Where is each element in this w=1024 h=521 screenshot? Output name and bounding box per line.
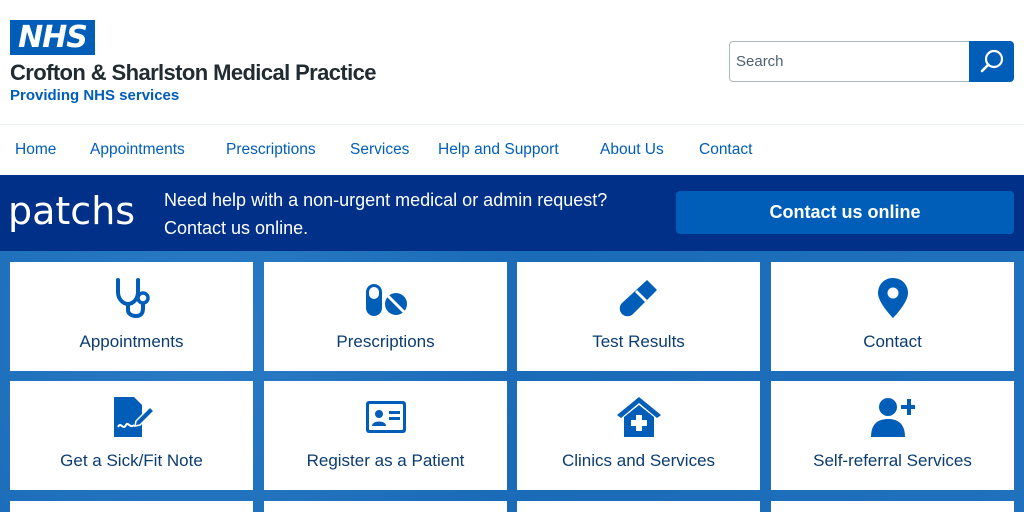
site-header: NHS Crofton & Sharlston Medical Practice… (0, 0, 1024, 124)
test-tube-icon (619, 280, 657, 317)
map-pin-icon (877, 278, 908, 318)
nav-about-us[interactable]: About Us (600, 141, 664, 159)
tile-test-results[interactable]: Test Results (517, 262, 760, 371)
nav-appointments[interactable]: Appointments (90, 141, 185, 159)
tile-row3-1[interactable] (10, 501, 253, 521)
patchs-logo: patchs (8, 189, 136, 233)
main-navigation: Home Appointments Prescriptions Services… (0, 124, 1024, 175)
tile-appointments[interactable]: Appointments (10, 262, 253, 371)
tile-sick-fit-note[interactable]: Get a Sick/Fit Note (10, 381, 253, 490)
tile-label: Get a Sick/Fit Note (60, 451, 203, 470)
tile-label: Appointments (79, 332, 184, 351)
tile-clinics-services[interactable]: Clinics and Services (517, 381, 760, 490)
stethoscope-icon (115, 278, 150, 319)
search-field[interactable] (729, 41, 970, 82)
nav-prescriptions[interactable]: Prescriptions (226, 141, 316, 159)
nav-services[interactable]: Services (350, 141, 409, 159)
tile-label: Self-referral Services (813, 451, 972, 470)
medical-house-icon (616, 397, 661, 437)
search-input[interactable] (730, 42, 970, 81)
tile-register-patient[interactable]: Register as a Patient (264, 381, 507, 490)
signature-document-icon (113, 397, 154, 437)
tile-self-referral[interactable]: Self-referral Services (771, 381, 1014, 490)
search-button[interactable] (969, 41, 1014, 82)
add-user-icon (870, 398, 915, 437)
tile-label: Prescriptions (336, 332, 435, 351)
pills-icon (365, 284, 407, 316)
patchs-banner: patchs Need help with a non-urgent medic… (0, 175, 1024, 251)
nav-home[interactable]: Home (15, 141, 56, 159)
tile-prescriptions[interactable]: Prescriptions (264, 262, 507, 371)
contact-us-online-button[interactable]: Contact us online (676, 191, 1014, 234)
tile-label: Clinics and Services (561, 451, 716, 470)
nav-contact[interactable]: Contact (699, 141, 752, 159)
search-icon (980, 49, 1004, 73)
practice-name[interactable]: Crofton & Sharlston Medical Practice (10, 60, 377, 86)
id-card-icon (365, 401, 406, 433)
tile-label: Test Results (592, 332, 685, 351)
patchs-message: Need help with a non-urgent medical or a… (164, 190, 608, 238)
tile-contact[interactable]: Contact (771, 262, 1014, 371)
tile-label: Contact (863, 332, 922, 351)
tile-row3-4[interactable] (771, 501, 1014, 521)
nhs-logo[interactable]: NHS (10, 20, 95, 55)
practice-subtitle: Providing NHS services (10, 87, 180, 104)
tile-row3-3[interactable] (517, 501, 760, 521)
nav-help-and-support[interactable]: Help and Support (438, 141, 559, 159)
tile-row3-2[interactable] (264, 501, 507, 521)
tile-label: Register as a Patient (306, 451, 465, 470)
quick-links-grid: Appointments Prescriptions Test Results … (0, 251, 1024, 521)
